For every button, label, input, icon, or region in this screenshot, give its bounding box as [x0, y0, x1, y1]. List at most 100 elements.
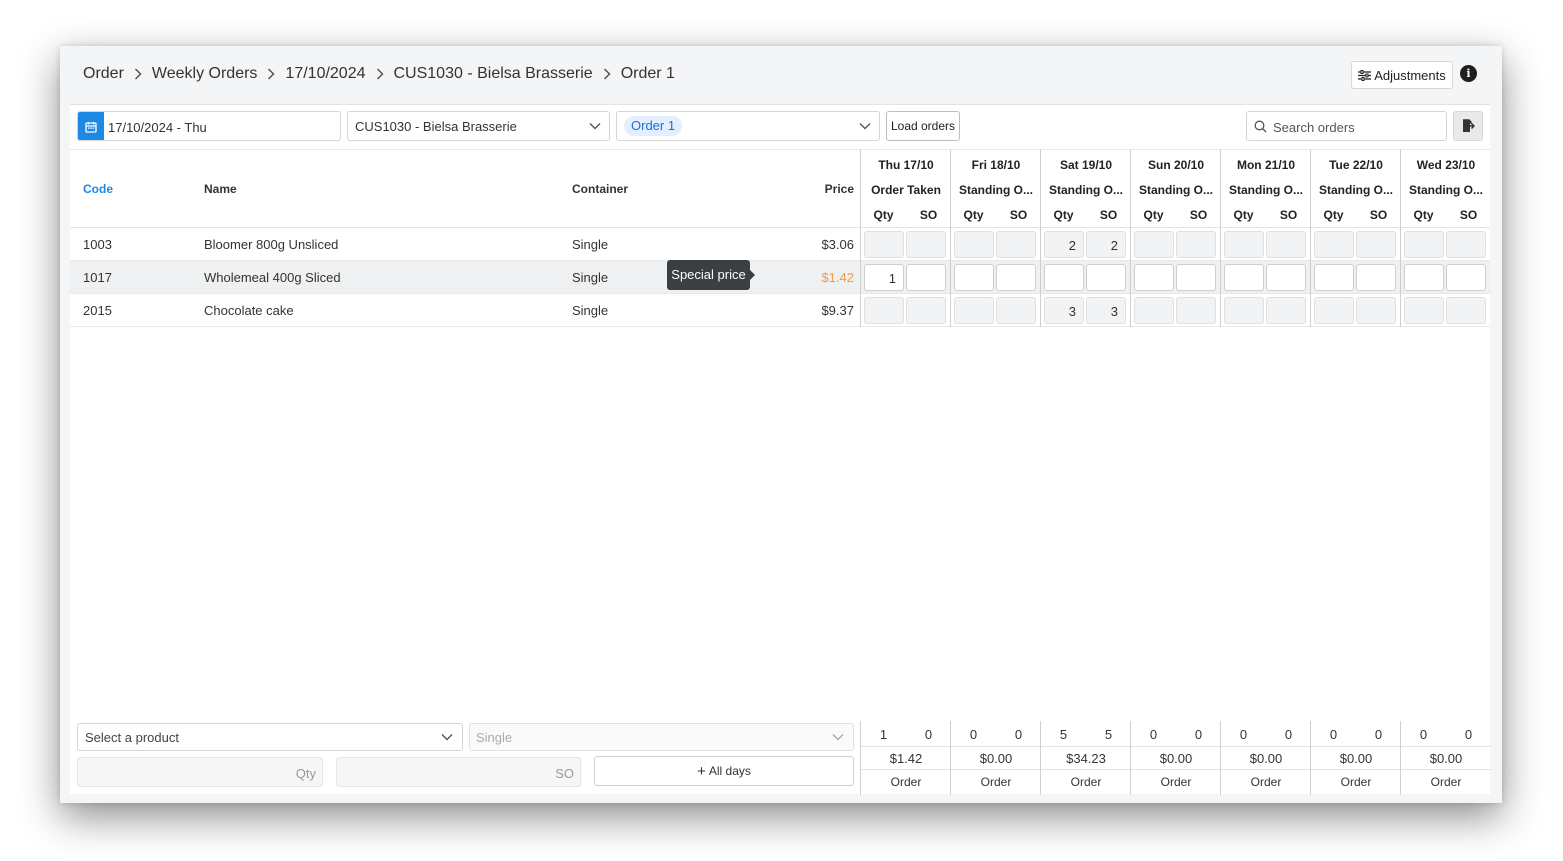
so-cell[interactable] [906, 264, 946, 291]
so-cell[interactable]: 3 [1086, 297, 1126, 324]
order-button[interactable]: Order [1311, 775, 1401, 789]
day-date: Mon 21/10 [1236, 158, 1296, 172]
table-row[interactable]: 1003 Bloomer 800g Unsliced Single $3.06 2 2 [70, 228, 1490, 261]
order-button[interactable]: Order [1131, 775, 1221, 789]
so-cell[interactable] [1446, 264, 1486, 291]
qty-cell[interactable] [1314, 231, 1354, 258]
so-cell[interactable] [1266, 264, 1306, 291]
so-cell[interactable] [996, 231, 1036, 258]
qty-cell[interactable] [1404, 264, 1444, 291]
so-cell[interactable] [1176, 231, 1216, 258]
so-cell[interactable] [906, 297, 946, 324]
qty-cell[interactable] [864, 297, 904, 324]
qty-cell[interactable] [954, 264, 994, 291]
table-row[interactable]: 1017 Wholemeal 400g Sliced Single $1.42 1 [70, 261, 1490, 294]
qty-cell[interactable] [954, 231, 994, 258]
day-order-type: Standing O... [1229, 183, 1303, 197]
product-select[interactable]: Select a product [77, 723, 463, 751]
qty-cell[interactable] [1134, 264, 1174, 291]
qty-cell[interactable] [1314, 297, 1354, 324]
qty-cell[interactable] [1224, 231, 1264, 258]
row-name: Wholemeal 400g Sliced [204, 270, 341, 285]
plus-icon: + [697, 762, 706, 780]
day-divider [1130, 261, 1131, 294]
search-input[interactable] [1271, 117, 1441, 137]
so-placeholder: SO [555, 766, 574, 781]
so-cell[interactable] [1446, 297, 1486, 324]
export-button[interactable] [1453, 111, 1483, 141]
qty-cell[interactable] [1044, 264, 1084, 291]
customer-select[interactable]: CUS1030 - Bielsa Brasserie [347, 111, 610, 141]
so-cell[interactable] [1356, 264, 1396, 291]
chevron-right-icon [603, 68, 611, 80]
search-field [1246, 111, 1447, 141]
chevron-right-icon [134, 68, 142, 80]
qty-cell[interactable]: 1 [864, 264, 904, 291]
order-button[interactable]: Order [1401, 775, 1491, 789]
qty-cell[interactable] [1134, 231, 1174, 258]
column-container[interactable]: Container [572, 182, 628, 196]
day-divider [1310, 261, 1311, 294]
so-cell[interactable] [1446, 231, 1486, 258]
so-cell[interactable] [1356, 297, 1396, 324]
qty-cell[interactable] [1134, 297, 1174, 324]
total-so: 0 [1464, 727, 1473, 742]
day-divider [950, 294, 951, 327]
date-picker[interactable]: 17/10/2024 - Thu [77, 111, 341, 141]
qty-cell[interactable]: 3 [1044, 297, 1084, 324]
order-button[interactable]: Order [1221, 775, 1311, 789]
qty-cell[interactable] [1224, 297, 1264, 324]
qty-cell[interactable] [864, 231, 904, 258]
day-date: Sat 19/10 [1059, 158, 1113, 172]
so-cell[interactable] [1266, 297, 1306, 324]
order-select[interactable]: Order 1 [616, 111, 880, 141]
so-cell[interactable] [1176, 297, 1216, 324]
so-cell[interactable] [1266, 231, 1306, 258]
qty-cell[interactable] [1404, 231, 1444, 258]
table-row[interactable]: 2015 Chocolate cake Single $9.37 3 3 [70, 294, 1490, 327]
order-button[interactable]: Order [861, 775, 951, 789]
all-days-button[interactable]: + All days [594, 756, 854, 786]
qty-header: Qty [963, 208, 984, 222]
row-code: 1003 [83, 237, 112, 252]
qty-header: Qty [1143, 208, 1164, 222]
breadcrumb-weekly-orders[interactable]: Weekly Orders [152, 65, 258, 83]
breadcrumb-order[interactable]: Order [83, 65, 124, 83]
column-name[interactable]: Name [204, 182, 237, 196]
qty-cell[interactable] [1404, 297, 1444, 324]
load-orders-button[interactable]: Load orders [886, 111, 960, 141]
qty-input[interactable]: Qty [77, 757, 323, 787]
qty-cell[interactable] [1224, 264, 1264, 291]
breadcrumb-customer[interactable]: CUS1030 - Bielsa Brasserie [394, 65, 593, 83]
day-date: Thu 17/10 [878, 158, 934, 172]
so-input[interactable]: SO [336, 757, 581, 787]
day-total: 5 5 $34.23 Order [1040, 721, 1131, 795]
day-total: 1 0 $1.42 Order [860, 721, 951, 795]
order-button[interactable]: Order [1041, 775, 1131, 789]
total-qty: 1 [879, 727, 888, 742]
row-code: 2015 [83, 303, 112, 318]
breadcrumb-date[interactable]: 17/10/2024 [285, 65, 365, 83]
column-price[interactable]: Price [814, 182, 854, 196]
calendar-icon[interactable] [78, 112, 104, 140]
so-cell[interactable] [1086, 264, 1126, 291]
so-cell[interactable] [906, 231, 946, 258]
so-cell[interactable] [1356, 231, 1396, 258]
app-window: Order Weekly Orders 17/10/2024 CUS1030 -… [60, 46, 1502, 803]
total-qty: 0 [1419, 727, 1428, 742]
so-cell[interactable] [1176, 264, 1216, 291]
qty-cell[interactable] [1314, 264, 1354, 291]
so-cell[interactable] [996, 297, 1036, 324]
qty-cell[interactable] [954, 297, 994, 324]
column-code[interactable]: Code [83, 182, 113, 196]
orders-panel: 17/10/2024 - Thu CUS1030 - Bielsa Brasse… [70, 104, 1491, 795]
info-icon[interactable]: i [1460, 65, 1477, 82]
so-cell[interactable]: 2 [1086, 231, 1126, 258]
so-cell[interactable] [996, 264, 1036, 291]
adjustments-button[interactable]: Adjustments [1351, 61, 1453, 89]
qty-cell[interactable]: 2 [1044, 231, 1084, 258]
order-button[interactable]: Order [951, 775, 1041, 789]
container-select[interactable]: Single [469, 723, 854, 751]
chevron-right-icon [376, 68, 384, 80]
day-date: Tue 22/10 [1329, 158, 1383, 172]
